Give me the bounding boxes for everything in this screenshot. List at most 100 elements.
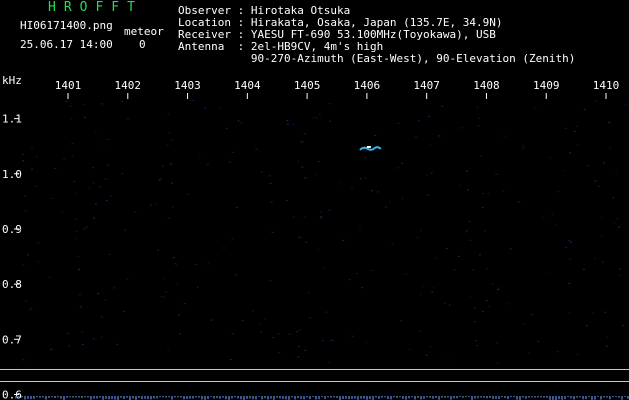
noise-dot (502, 190, 505, 192)
bottom-noise (36, 396, 38, 398)
bottom-noise (507, 396, 509, 400)
noise-dot (576, 125, 578, 127)
noise-dot (92, 167, 95, 169)
noise-dot (618, 268, 621, 270)
bottom-noise (612, 396, 614, 398)
bottom-noise (609, 396, 611, 400)
noise-dot (468, 220, 471, 222)
bottom-noise (579, 396, 581, 398)
bottom-noise (186, 396, 188, 399)
bottom-noise (39, 396, 41, 398)
bottom-noise (396, 396, 398, 398)
noise-dot (594, 257, 597, 259)
noise-dot (234, 274, 237, 276)
bottom-noise (486, 396, 488, 399)
noise-dot (65, 101, 67, 103)
noise-dot (160, 296, 163, 298)
x-tick-label: 1401 (55, 79, 82, 92)
noise-dot (600, 236, 603, 238)
noise-dot (72, 155, 75, 157)
noise-dot (495, 173, 498, 175)
bottom-noise (138, 396, 140, 398)
noise-dot (174, 263, 177, 264)
noise-dot (503, 135, 506, 137)
noise-dot (183, 303, 186, 305)
bottom-noise (144, 396, 146, 399)
bottom-noise (213, 396, 215, 399)
bottom-noise (423, 396, 425, 399)
bottom-noise (489, 396, 491, 398)
noise-dot (98, 186, 101, 188)
noise-dot (474, 340, 477, 342)
noise-dot (569, 258, 572, 260)
bottom-noise (339, 396, 341, 400)
bottom-noise (513, 396, 515, 398)
noise-dot (220, 107, 222, 109)
bottom-noise (462, 396, 464, 398)
noise-dot (466, 170, 468, 172)
noise-dot (107, 139, 109, 140)
bottom-noise (177, 396, 179, 398)
bottom-noise (222, 396, 224, 398)
bottom-noise (519, 396, 521, 400)
bottom-noise (399, 396, 401, 398)
noise-dot (235, 207, 238, 208)
noise-dot (54, 168, 57, 169)
noise-dot (161, 165, 164, 167)
noise-dot (419, 330, 422, 332)
bottom-noise (135, 396, 137, 400)
noise-dot (124, 229, 127, 231)
bottom-noise (108, 396, 110, 400)
noise-dot (223, 247, 225, 249)
noise-dot (621, 324, 624, 326)
bottom-noise (243, 396, 245, 400)
noise-dot (498, 287, 501, 289)
bottom-noise (285, 396, 287, 400)
noise-dot (605, 336, 608, 338)
bottom-noise (378, 396, 380, 399)
noise-dot (171, 206, 174, 208)
noise-dot (71, 143, 74, 145)
bottom-noise (318, 396, 320, 400)
noise-dot (548, 157, 551, 159)
noise-dot (155, 203, 157, 205)
noise-dot (509, 248, 512, 250)
noise-dot (264, 318, 267, 320)
noise-dot (320, 217, 323, 219)
bottom-noise (606, 396, 608, 398)
noise-dot (528, 352, 531, 354)
bottom-noise (327, 396, 329, 398)
bottom-noise (381, 396, 383, 398)
bottom-noise (420, 396, 422, 400)
bottom-noise (558, 396, 560, 400)
bottom-noise (324, 396, 326, 399)
bottom-noise (225, 396, 227, 400)
bottom-noise (537, 396, 539, 398)
noise-dot (94, 131, 97, 133)
bottom-noise (183, 396, 185, 400)
bottom-noise (63, 396, 65, 400)
noise-dot (78, 268, 80, 270)
noise-dot (601, 217, 604, 219)
noise-dot (285, 200, 288, 201)
bottom-noise (366, 396, 368, 400)
noise-dot (445, 248, 448, 250)
noise-dot (315, 117, 318, 118)
noise-dot (292, 216, 295, 218)
noise-dot (458, 184, 461, 186)
noise-dot (292, 123, 295, 125)
noise-dot (298, 329, 301, 331)
noise-dot (476, 345, 479, 346)
noise-dot (303, 133, 306, 135)
noise-dot (270, 201, 273, 203)
y-axis-label: kHz (2, 74, 22, 87)
noise-dot (396, 167, 399, 169)
bottom-noise (78, 396, 80, 398)
hrofft-screen: HROFFT HI06171400.png 25.06.17 14:00 met… (0, 0, 629, 400)
bottom-noise (561, 396, 563, 400)
noise-dot (22, 160, 25, 162)
noise-dot (259, 322, 262, 324)
bottom-noise (60, 396, 62, 399)
noise-dot (24, 195, 27, 197)
bottom-noise (75, 396, 77, 398)
